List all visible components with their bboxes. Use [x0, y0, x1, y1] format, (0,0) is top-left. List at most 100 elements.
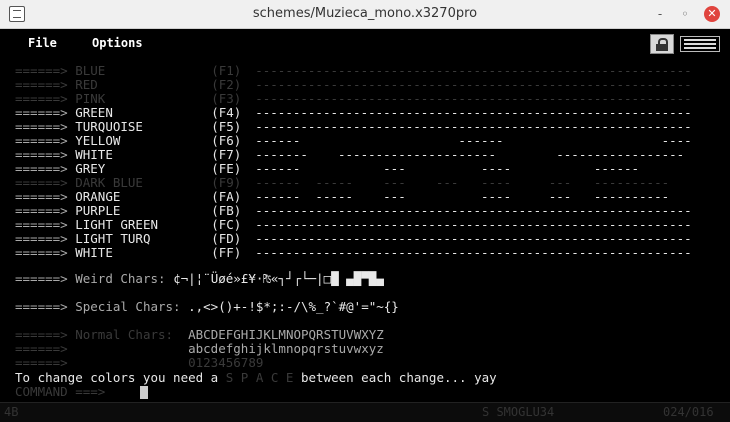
color-key: (FB): [211, 203, 242, 218]
arrow: ======>: [15, 161, 68, 176]
arrow: ======>: [15, 147, 68, 162]
color-row: ======> WHITE (FF) -----------------------…: [15, 246, 692, 260]
color-row: ======> LIGHT GREEN (FC) -----------------…: [15, 218, 692, 232]
color-bars: ----------------------------------------…: [255, 119, 692, 134]
special-chars-row: ======> Special Chars: .,<>()+-!$*;:-/\%…: [15, 300, 399, 314]
color-bars: ----------------------------------------…: [255, 203, 692, 218]
color-row: ======> PURPLE (FB) ----------------------…: [15, 204, 692, 218]
normal-chars-row-3: ======> 0123456789: [15, 356, 263, 370]
command-line[interactable]: COMMAND ===>: [15, 385, 105, 399]
message-pre: To change colors you need a: [15, 370, 226, 385]
terminal-screen[interactable]: ======> BLUE (F1) ------------------------…: [0, 57, 730, 402]
arrow: ======>: [15, 271, 68, 286]
color-name: LIGHT GREEN: [75, 217, 159, 232]
color-name: GREY: [75, 161, 106, 176]
color-row: ======> LIGHT TURQ (FD) ------------------…: [15, 232, 692, 246]
text-cursor: [140, 386, 148, 399]
status-lu: S SMOGLU34: [482, 405, 555, 419]
color-name: LIGHT TURQ: [75, 231, 151, 246]
maximize-button[interactable]: ◦: [677, 6, 693, 22]
arrow: ======>: [15, 189, 68, 204]
arrow: ======>: [15, 119, 68, 134]
color-name: GREEN: [75, 105, 113, 120]
color-key: (FD): [211, 231, 242, 246]
color-name: DARK BLUE: [75, 175, 143, 190]
arrow: ======>: [15, 341, 68, 356]
color-name: ORANGE: [75, 189, 121, 204]
color-bars: ------ ----- --- ---- --- ----------: [255, 189, 670, 204]
color-key: (F1): [211, 63, 242, 78]
color-key: (F9): [211, 175, 242, 190]
weird-chars-value: ¢¬|¦¨Üøé»£¥·₧«┐┘┌└─|□█ ▄█▀█▄: [173, 271, 384, 286]
menu-bar: File Options: [0, 29, 730, 56]
status-cursor-pos: 024/016: [663, 405, 714, 419]
color-row: ======> GREY (FE) ------ --- ---- ------: [15, 162, 684, 176]
menu-options[interactable]: Options: [92, 36, 143, 50]
arrow: ======>: [15, 175, 68, 190]
normal-chars-row-2: ======> abcdefghijklmnopqrstuvwxyz: [15, 342, 384, 356]
color-bars: ----------------------------------------…: [255, 245, 692, 260]
arrow: ======>: [15, 91, 68, 106]
color-row: ======> ORANGE (FA) ------ ----- --- ---- …: [15, 190, 669, 204]
color-row: ======> WHITE (F7) ------- ---------------…: [15, 148, 684, 162]
color-name: TURQUOISE: [75, 119, 143, 134]
color-row: ======> PINK (F3) ------------------------…: [15, 92, 692, 106]
menu-file[interactable]: File: [28, 36, 57, 50]
color-row: ======> GREEN (F4) -----------------------…: [15, 106, 692, 120]
window-title: schemes/Muzieca_mono.x3270pro: [252, 6, 478, 21]
arrow: ======>: [15, 133, 68, 148]
color-name: BLUE: [75, 63, 106, 78]
arrow: ======>: [15, 63, 68, 78]
color-key: (F6): [211, 133, 242, 148]
color-row: ======> YELLOW (F6) ------ ------ ----: [15, 134, 692, 148]
color-name: RED: [75, 77, 98, 92]
color-bars: ------ ----- --- --- ---- --- ----------: [255, 175, 670, 190]
message-post: between each change... yay: [293, 370, 497, 385]
color-key: (F2): [211, 77, 242, 92]
status-left: 4B: [4, 405, 19, 419]
color-name: PURPLE: [75, 203, 121, 218]
color-bars: ------ ------ ----: [255, 133, 692, 148]
oia-status-bar: 4B S SMOGLU34 024/016: [0, 402, 730, 422]
color-name: YELLOW: [75, 133, 121, 148]
color-bars: ----------------------------------------…: [255, 217, 692, 232]
color-row: ======> RED (F2) -------------------------…: [15, 78, 692, 92]
color-name: WHITE: [75, 245, 113, 260]
color-bars: ------- --------------------- ----------…: [255, 147, 685, 162]
arrow: ======>: [15, 203, 68, 218]
arrow: ======>: [15, 299, 68, 314]
message-space-word: S P A C E: [225, 370, 294, 385]
weird-chars-row: ======> Weird Chars: ¢¬|¦¨Üøé»£¥·₧«┐┘┌└─…: [15, 272, 384, 286]
arrow: ======>: [15, 217, 68, 232]
arrow: ======>: [15, 245, 68, 260]
close-button[interactable]: ✕: [704, 6, 720, 22]
color-key: (FF): [211, 245, 242, 260]
minimize-button[interactable]: -: [652, 6, 668, 22]
command-prompt: COMMAND ===>: [15, 384, 106, 399]
color-key: (F3): [211, 91, 242, 106]
arrow: ======>: [15, 105, 68, 120]
normal-chars-line2: abcdefghijklmnopqrstuvwxyz: [188, 341, 384, 356]
normal-chars-row: ======> Normal Chars: ABCDEFGHIJKLMNOPQR…: [15, 328, 384, 342]
normal-chars-line3: 0123456789: [188, 355, 264, 370]
color-bars: ----------------------------------------…: [255, 105, 692, 120]
arrow: ======>: [15, 77, 68, 92]
color-bars: ----------------------------------------…: [255, 63, 692, 78]
normal-chars-label: Normal Chars:: [75, 327, 174, 342]
arrow: ======>: [15, 327, 68, 342]
weird-chars-label: Weird Chars:: [75, 271, 166, 286]
special-chars-value: .,<>()+-!$*;:-/\%_?`#@'="~{}: [188, 299, 399, 314]
color-key: (FC): [211, 217, 242, 232]
normal-chars-line1: ABCDEFGHIJKLMNOPQRSTUVWXYZ: [188, 327, 384, 342]
special-chars-label: Special Chars:: [75, 299, 181, 314]
lock-icon[interactable]: [650, 34, 674, 54]
window-titlebar: schemes/Muzieca_mono.x3270pro - ◦ ✕: [0, 0, 730, 29]
color-key: (FE): [211, 161, 242, 176]
color-name: WHITE: [75, 147, 113, 162]
color-key: (F7): [211, 147, 242, 162]
color-bars: ----------------------------------------…: [255, 77, 692, 92]
color-bars: ----------------------------------------…: [255, 231, 692, 246]
color-key: (F5): [211, 119, 242, 134]
color-key: (F4): [211, 105, 242, 120]
keyboard-icon[interactable]: [680, 36, 720, 52]
